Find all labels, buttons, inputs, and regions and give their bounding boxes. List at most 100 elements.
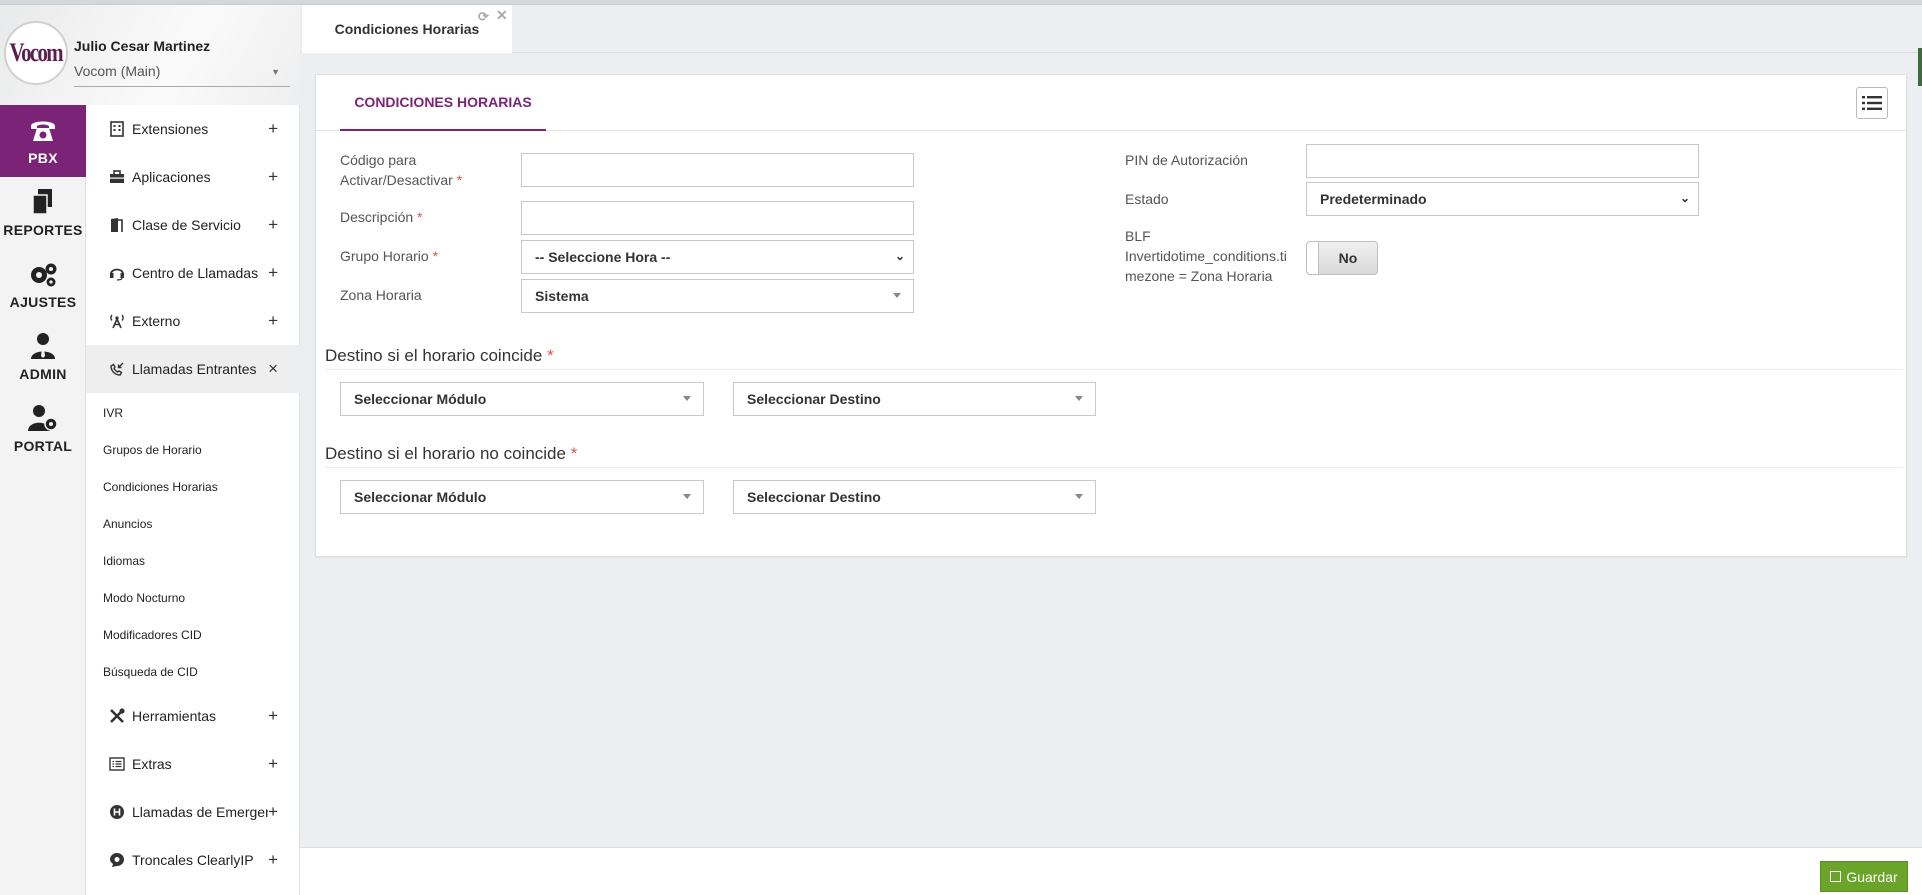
section-divider [325, 369, 1903, 370]
expand-icon[interactable]: + [268, 311, 278, 331]
nav-label: Extras [132, 756, 172, 772]
rail-label: REPORTES [3, 222, 83, 238]
state-label: Estado [1125, 191, 1169, 207]
nav-item-externo[interactable]: Externo + [86, 297, 300, 345]
expand-icon[interactable]: + [268, 754, 278, 774]
close-icon[interactable]: ✕ [496, 7, 508, 24]
rail-item-pbx[interactable]: PBX [0, 105, 86, 177]
nav-label: Externo [132, 313, 181, 329]
nav-item-herramientas[interactable]: Herramientas + [86, 692, 300, 740]
nav-label: Llamadas Entrantes [132, 361, 257, 377]
rail-item-portal[interactable]: PORTAL [0, 393, 86, 465]
caret-down-icon: ▼ [271, 67, 280, 77]
sub-item-idiomas[interactable]: Idiomas [86, 542, 300, 579]
caret-down-icon [1075, 396, 1083, 401]
list-icon [1862, 96, 1882, 110]
dest-nomatch-module-select[interactable]: Seleccionar Módulo [340, 480, 704, 514]
rail-item-admin[interactable]: ADMIN [0, 321, 86, 393]
nav-item-troncales-clearlyip[interactable]: Troncales ClearlyIP + [86, 836, 300, 884]
antenna-icon [108, 312, 126, 330]
caret-down-icon [683, 494, 691, 499]
chevron-down-icon: ⌄ [894, 249, 905, 263]
state-select[interactable]: Predeterminado ⌄ [1306, 182, 1699, 216]
tab-label: Condiciones Horarias [334, 21, 480, 37]
dest-match-destination-select[interactable]: Seleccionar Destino [733, 382, 1096, 416]
user-gear-icon [28, 405, 58, 431]
pin-input[interactable] [1306, 144, 1699, 178]
footer-bar: Guardar [300, 847, 1922, 895]
collapse-icon[interactable]: × [268, 359, 278, 379]
admin-user-icon [31, 333, 55, 359]
expand-icon[interactable]: + [268, 263, 278, 283]
building-icon [108, 120, 126, 138]
section-divider [325, 467, 1903, 468]
documents-icon [32, 189, 52, 215]
dest-match-module-select[interactable]: Seleccionar Módulo [340, 382, 704, 416]
expand-icon[interactable]: + [268, 167, 278, 187]
user-name: Julio Cesar Martinez [74, 38, 211, 54]
category-rail: PBX REPORTES AJUSTES ADMIN PORTAL [0, 105, 86, 895]
panel-tab-condiciones-horarias[interactable]: CONDICIONES HORARIAS [340, 75, 546, 131]
sub-item-modo-nocturno[interactable]: Modo Nocturno [86, 579, 300, 616]
code-input[interactable] [521, 153, 914, 187]
scroll-indicator [1918, 48, 1922, 86]
dest-nomatch-title: Destino si el horario no coincide * [325, 444, 578, 463]
headset-icon [108, 264, 126, 282]
timezone-select[interactable]: Sistema [521, 279, 914, 313]
nav-item-extras[interactable]: Extras + [86, 740, 300, 788]
nav-label: Herramientas [132, 708, 217, 724]
company-selector[interactable]: Vocom (Main) ▼ [74, 63, 290, 87]
pin-label: PIN de Autorización [1125, 152, 1248, 168]
chat-icon [108, 851, 126, 869]
chevron-down-icon: ⌄ [1679, 191, 1690, 205]
expand-icon[interactable]: + [268, 119, 278, 139]
save-button[interactable]: Guardar [1820, 861, 1908, 892]
dest-match-title: Destino si el horario coincide * [325, 346, 554, 365]
company-name: Vocom (Main) [74, 63, 161, 79]
list-view-button[interactable] [1856, 87, 1888, 119]
expand-icon[interactable]: + [268, 215, 278, 235]
nav-item-centro-de-llamadas[interactable]: Centro de Llamadas + [86, 249, 300, 297]
nav-label: Aplicaciones [132, 169, 211, 185]
nav-label: Llamadas de Emergencia [132, 804, 268, 820]
phone-icon [31, 121, 55, 141]
tools-icon [108, 707, 126, 725]
description-input[interactable] [521, 201, 914, 235]
group-select[interactable]: -- Seleccione Hora -- ⌄ [521, 240, 914, 274]
sub-item-ivr[interactable]: IVR [86, 394, 300, 431]
nav-item-llamadas-de-emergencia[interactable]: Llamadas de Emergencia + [86, 788, 300, 836]
rail-item-ajustes[interactable]: AJUSTES [0, 249, 86, 321]
sub-item-anuncios[interactable]: Anuncios [86, 505, 300, 542]
form-panel: CONDICIONES HORARIAS Código para Activar… [315, 74, 1907, 557]
list-icon [108, 755, 126, 773]
emergency-icon [108, 803, 126, 821]
code-label: Código para Activar/Desactivar * [340, 152, 463, 188]
nav-label: Troncales ClearlyIP [132, 852, 254, 868]
toggle-knob [1307, 242, 1319, 274]
sub-item-modificadores-cid[interactable]: Modificadores CID [86, 616, 300, 653]
tab-bar: Condiciones Horarias ⟳ ✕ [300, 5, 1922, 53]
sub-item-condiciones-horarias[interactable]: Condiciones Horarias [86, 468, 300, 505]
refresh-icon[interactable]: ⟳ [478, 9, 489, 25]
blf-label: BLF Invertidotime_conditions.ti mezone =… [1125, 228, 1287, 284]
nav-item-extensiones[interactable]: Extensiones + [86, 105, 300, 153]
rail-item-reportes[interactable]: REPORTES [0, 177, 86, 249]
nav-item-llamadas-entrantes[interactable]: Llamadas Entrantes × [86, 345, 300, 393]
panel-tab-bar: CONDICIONES HORARIAS [316, 75, 1906, 131]
rail-label: PORTAL [13, 438, 73, 454]
nav-item-clase-de-servicio[interactable]: Clase de Servicio + [86, 201, 300, 249]
expand-icon[interactable]: + [268, 802, 278, 822]
expand-icon[interactable]: + [268, 850, 278, 870]
rail-label: ADMIN [19, 366, 67, 382]
tab-condiciones-horarias[interactable]: Condiciones Horarias ⟳ ✕ [302, 5, 512, 53]
nav-item-aplicaciones[interactable]: Aplicaciones + [86, 153, 300, 201]
blf-toggle[interactable]: No [1306, 241, 1378, 275]
sub-item-grupos-de-horario[interactable]: Grupos de Horario [86, 431, 300, 468]
caret-down-icon [893, 293, 901, 298]
toggle-value: No [1338, 250, 1358, 266]
sub-item-busqueda-de-cid[interactable]: Búsqueda de CID [86, 653, 300, 690]
dest-nomatch-destination-select[interactable]: Seleccionar Destino [733, 480, 1096, 514]
rail-label: AJUSTES [9, 294, 77, 310]
expand-icon[interactable]: + [268, 706, 278, 726]
nav-label: Extensiones [132, 121, 209, 137]
